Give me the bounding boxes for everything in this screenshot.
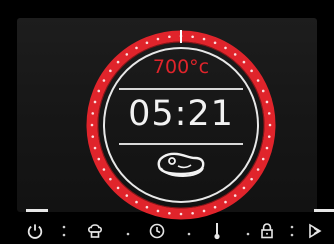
dial-dot	[256, 168, 260, 171]
power-icon[interactable]	[24, 220, 46, 242]
control-bar	[0, 218, 334, 244]
dial-dot	[267, 112, 271, 115]
dial-dot	[91, 135, 95, 138]
dial-dot	[109, 177, 112, 181]
dial-dot	[233, 194, 237, 197]
dial-dot	[179, 212, 183, 216]
dial-dot	[191, 211, 194, 215]
separator-dot	[126, 232, 130, 236]
dial-dot	[102, 168, 106, 171]
dial-dot	[109, 69, 112, 73]
left-indicator	[26, 209, 48, 212]
dial-dot	[261, 157, 265, 161]
oven-screen: 700°c 05:21	[0, 0, 334, 244]
clock-icon[interactable]	[146, 220, 168, 242]
dial-dot	[202, 37, 206, 41]
next-icon[interactable]	[304, 220, 326, 242]
dial-dot	[156, 37, 160, 41]
dial-dot	[224, 46, 227, 50]
dial-dot	[97, 89, 101, 93]
separator-dot	[187, 232, 191, 236]
separator-dots	[62, 225, 66, 237]
dial-dot	[267, 135, 271, 138]
dial-dot	[191, 35, 194, 39]
separator-dot	[246, 232, 250, 236]
dial-dot	[135, 200, 138, 204]
dial-dot	[242, 186, 246, 190]
dial-dot	[261, 89, 265, 93]
dial-dot	[156, 209, 160, 213]
dial-dot	[250, 177, 253, 181]
right-indicator	[314, 209, 334, 212]
dial-dot	[268, 123, 272, 127]
dial-dot	[224, 200, 227, 204]
separator-dots	[290, 225, 294, 237]
dial-dot	[256, 79, 260, 82]
steak-icon	[157, 152, 205, 178]
dial-dot	[213, 41, 217, 45]
dial-dot	[168, 35, 171, 39]
dial-dot	[90, 123, 94, 127]
dial-dot	[93, 146, 97, 150]
thermometer-icon[interactable]	[206, 220, 228, 242]
lock-icon[interactable]	[256, 220, 278, 242]
dial-dot	[265, 146, 269, 150]
dial-dot	[250, 69, 253, 73]
timer-readout[interactable]: 05:21	[108, 94, 254, 134]
chef-hat-icon[interactable]	[84, 220, 106, 242]
dial-dot	[168, 211, 171, 215]
dial-dot	[93, 100, 97, 104]
dial-dot	[202, 209, 206, 213]
dial-dot	[145, 205, 149, 209]
dial-dot	[125, 194, 129, 197]
dial-dot	[265, 100, 269, 104]
dial-dot	[145, 41, 149, 45]
temperature-readout: 700°c	[152, 56, 210, 78]
dial-dot	[135, 46, 138, 50]
dial-dot	[213, 205, 217, 209]
dial-dot	[91, 112, 95, 115]
dial-dot	[102, 79, 106, 82]
dial-dot	[116, 186, 120, 190]
dial-dot	[97, 157, 101, 161]
